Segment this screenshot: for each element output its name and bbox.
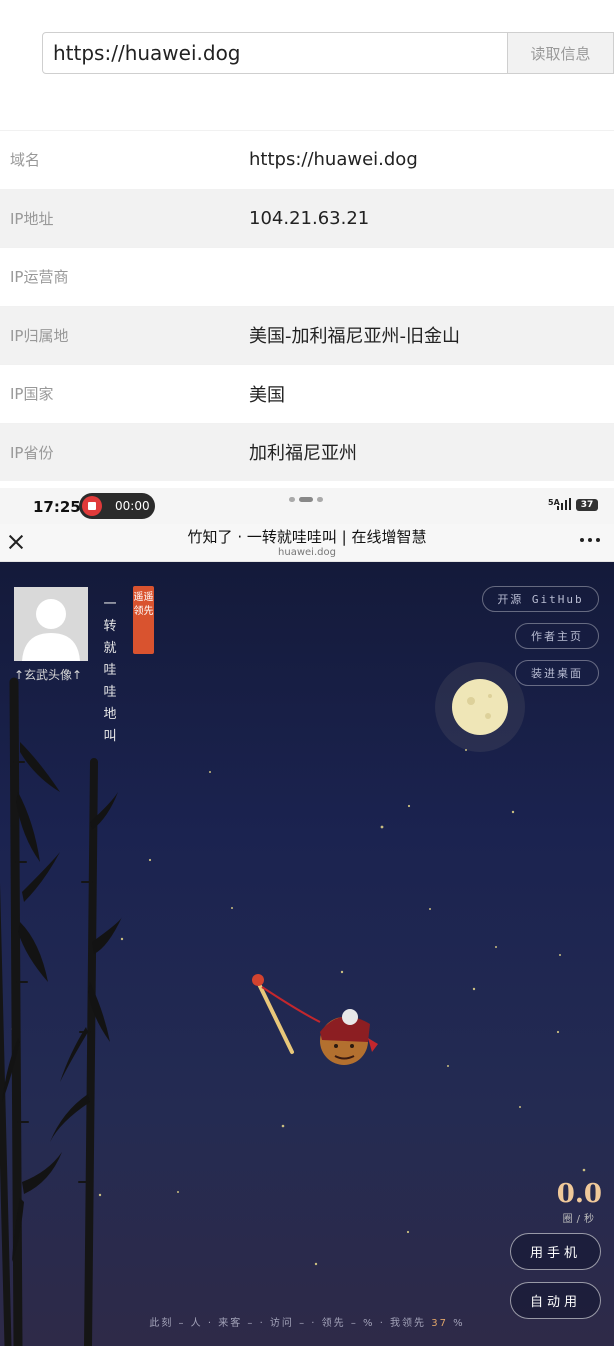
- lead-percent-unit: %: [447, 1318, 465, 1329]
- github-link[interactable]: 开源 GitHub: [482, 586, 599, 612]
- webview-header: 竹知了 · 一转就哇哇叫 | 在线增智慧 huawei.dog: [0, 524, 614, 562]
- game-scene[interactable]: ↑玄武头像↑ 一转就哇哇地叫 遥遥领先 开源 GitHub 作者主页 装进桌面 …: [0, 562, 614, 1346]
- info-row-domain: 域名 https://huawei.dog: [0, 130, 614, 189]
- drag-handle-icon: [289, 497, 325, 503]
- moon-icon: [435, 662, 525, 752]
- use-phone-button[interactable]: 用手机: [510, 1233, 601, 1270]
- info-row-country: IP国家 美国: [0, 364, 614, 423]
- ip-lookup-panel: 读取信息 域名 https://huawei.dog IP地址 104.21.6…: [0, 0, 614, 488]
- url-input[interactable]: [42, 32, 508, 74]
- author-page-link[interactable]: 作者主页: [515, 623, 599, 649]
- stats-footer: 此刻 – 人 · 来客 – · 访问 – · 领先 – % · 我领先 37 %: [0, 1314, 614, 1329]
- lead-badge: 遥遥领先: [133, 586, 154, 654]
- page-title: 竹知了 · 一转就哇哇叫 | 在线增智慧: [187, 528, 427, 546]
- info-row-isp: IP运营商: [0, 247, 614, 306]
- info-value: 美国: [249, 384, 285, 406]
- avatar[interactable]: [14, 587, 88, 661]
- info-value: 加利福尼亚州: [249, 443, 357, 465]
- info-key: IP归属地: [10, 326, 69, 345]
- screen-record-pill[interactable]: 00:00: [79, 493, 155, 519]
- clock: 17:25: [33, 498, 81, 516]
- info-value: https://huawei.dog: [249, 149, 418, 171]
- stats-text: 此刻 – 人 · 来客 – · 访问 – · 领先 – % · 我领先: [149, 1318, 432, 1329]
- info-key: IP省份: [10, 443, 54, 462]
- info-key: 域名: [10, 151, 41, 170]
- speed-value: 0.0: [556, 1179, 602, 1209]
- info-row-location: IP归属地 美国-加利福尼亚州-旧金山: [0, 305, 614, 364]
- read-info-button[interactable]: 读取信息: [508, 32, 614, 74]
- vertical-slogan: 一转就哇哇地叫: [103, 597, 117, 744]
- info-key: IP国家: [10, 385, 54, 404]
- page-domain: huawei.dog: [278, 547, 336, 558]
- avatar-caption: ↑玄武头像↑: [14, 668, 83, 682]
- info-table: 域名 https://huawei.dog IP地址 104.21.63.21 …: [0, 130, 614, 481]
- install-desktop-link[interactable]: 装进桌面: [515, 660, 599, 686]
- more-icon[interactable]: [580, 538, 602, 544]
- info-key: IP地址: [10, 209, 54, 228]
- info-value: 美国-加利福尼亚州-旧金山: [249, 326, 460, 348]
- spinning-toy[interactable]: [252, 974, 378, 1065]
- speed-unit: 圈/秒: [562, 1214, 598, 1225]
- battery-icon: 37: [576, 499, 598, 511]
- lead-percent: 37: [431, 1318, 448, 1329]
- signal-icon: [557, 498, 573, 510]
- record-icon: [82, 496, 102, 516]
- info-key: IP运营商: [10, 268, 69, 287]
- avatar-placeholder-icon: [22, 599, 80, 661]
- phone-status-bar: 17:25 00:00 5A 37: [0, 488, 614, 524]
- info-row-ip: IP地址 104.21.63.21: [0, 188, 614, 247]
- screenshot-root: 读取信息 域名 https://huawei.dog IP地址 104.21.6…: [0, 0, 614, 1346]
- info-row-province: IP省份 加利福尼亚州: [0, 422, 614, 481]
- info-value: 104.21.63.21: [249, 207, 370, 229]
- record-timer: 00:00: [115, 499, 150, 513]
